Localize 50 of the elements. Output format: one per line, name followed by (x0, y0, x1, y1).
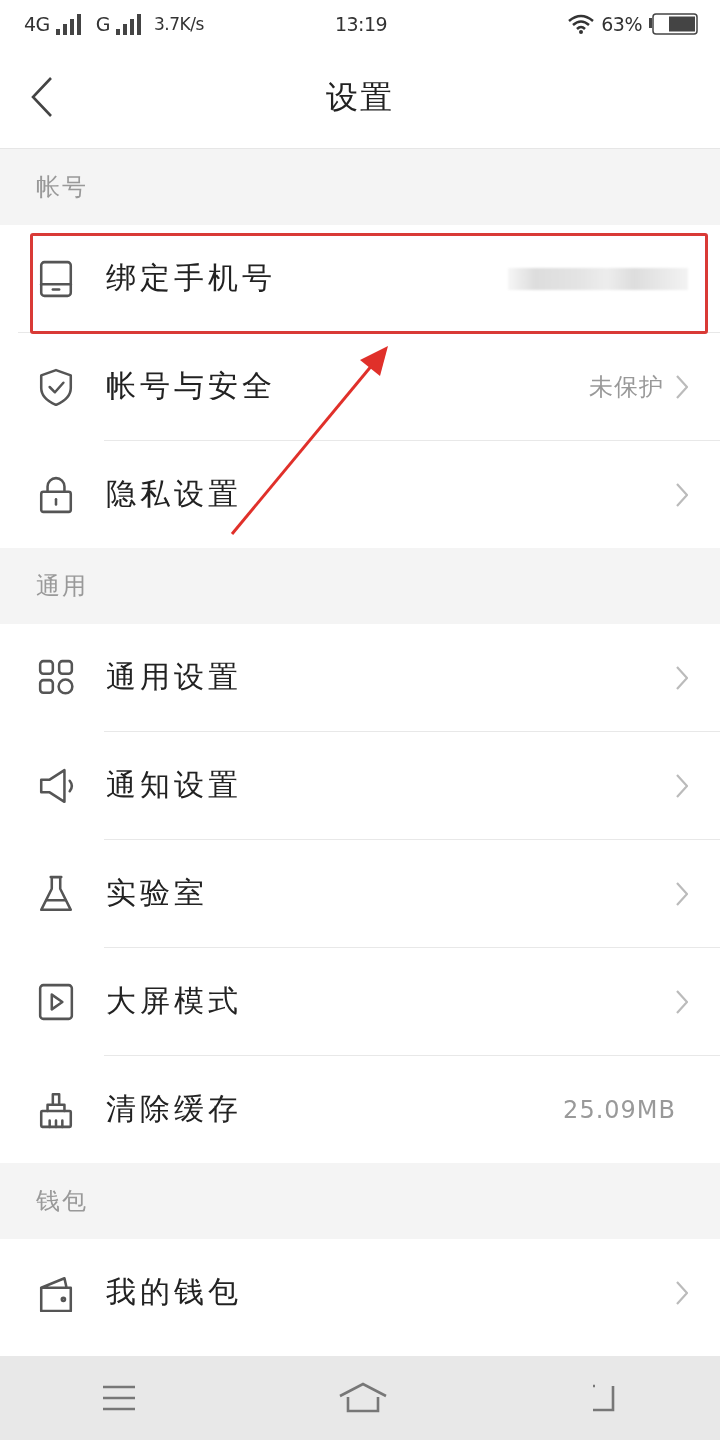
row-label: 绑定手机号 (106, 259, 277, 297)
network-speed: 3.7K/s (154, 14, 204, 34)
section-title: 通用 (36, 571, 88, 602)
row-label: 通用设置 (106, 658, 243, 696)
chevron-icon (676, 482, 688, 507)
row-label: 我的钱包 (106, 1273, 243, 1311)
settings-row[interactable]: 通知设置 (0, 732, 720, 839)
chevron-icon (676, 989, 688, 1014)
row-value: 25.09MB (563, 1095, 676, 1124)
row-label: 隐私设置 (106, 475, 243, 513)
wifi-icon (567, 13, 596, 35)
lock-icon (38, 475, 74, 514)
row-label: 清除缓存 (106, 1090, 243, 1128)
settings-row[interactable]: 实验室 (0, 840, 720, 947)
section-title: 钱包 (36, 1186, 88, 1217)
settings-row[interactable]: 我的钱包 (0, 1239, 720, 1346)
home-button[interactable] (338, 1382, 388, 1414)
row-label: 通知设置 (106, 766, 243, 804)
chevron-icon (676, 374, 688, 399)
chevron-icon (676, 1280, 688, 1305)
menu-button[interactable] (100, 1384, 137, 1412)
section-title: 帐号 (36, 172, 88, 203)
network-type: 4G (24, 13, 50, 35)
row-label: 大屏模式 (106, 982, 243, 1020)
settings-row[interactable]: 通用设置 (0, 624, 720, 731)
settings-row[interactable]: 隐私设置 (0, 441, 720, 548)
row-label: 帐号与安全 (106, 367, 277, 405)
settings-row[interactable]: 大屏模式 (0, 948, 720, 1055)
settings-row[interactable]: 清除缓存 25.09MB (0, 1056, 720, 1163)
flask-icon (38, 874, 74, 913)
page-title: 设置 (326, 77, 394, 118)
brush-icon (38, 1090, 74, 1129)
grid-icon (38, 658, 74, 697)
signal-icon (55, 13, 82, 35)
signal-icon (116, 13, 143, 35)
chevron-icon (676, 881, 688, 906)
row-label: 实验室 (106, 874, 209, 912)
battery-icon (648, 13, 698, 35)
speaker-icon (38, 766, 74, 805)
battery-percent: 63% (601, 13, 642, 35)
shield-check-icon (38, 367, 74, 406)
clock: 13:19 (334, 13, 388, 35)
play-icon (38, 982, 74, 1021)
row-value: 未保护 (589, 371, 664, 403)
phone-icon (38, 259, 74, 298)
network-type: G (95, 13, 111, 35)
chevron-icon (676, 665, 688, 690)
settings-row[interactable]: 帐号与安全 未保护 (0, 333, 720, 440)
chevron-icon (676, 773, 688, 798)
settings-row[interactable]: 绑定手机号 (0, 225, 720, 332)
